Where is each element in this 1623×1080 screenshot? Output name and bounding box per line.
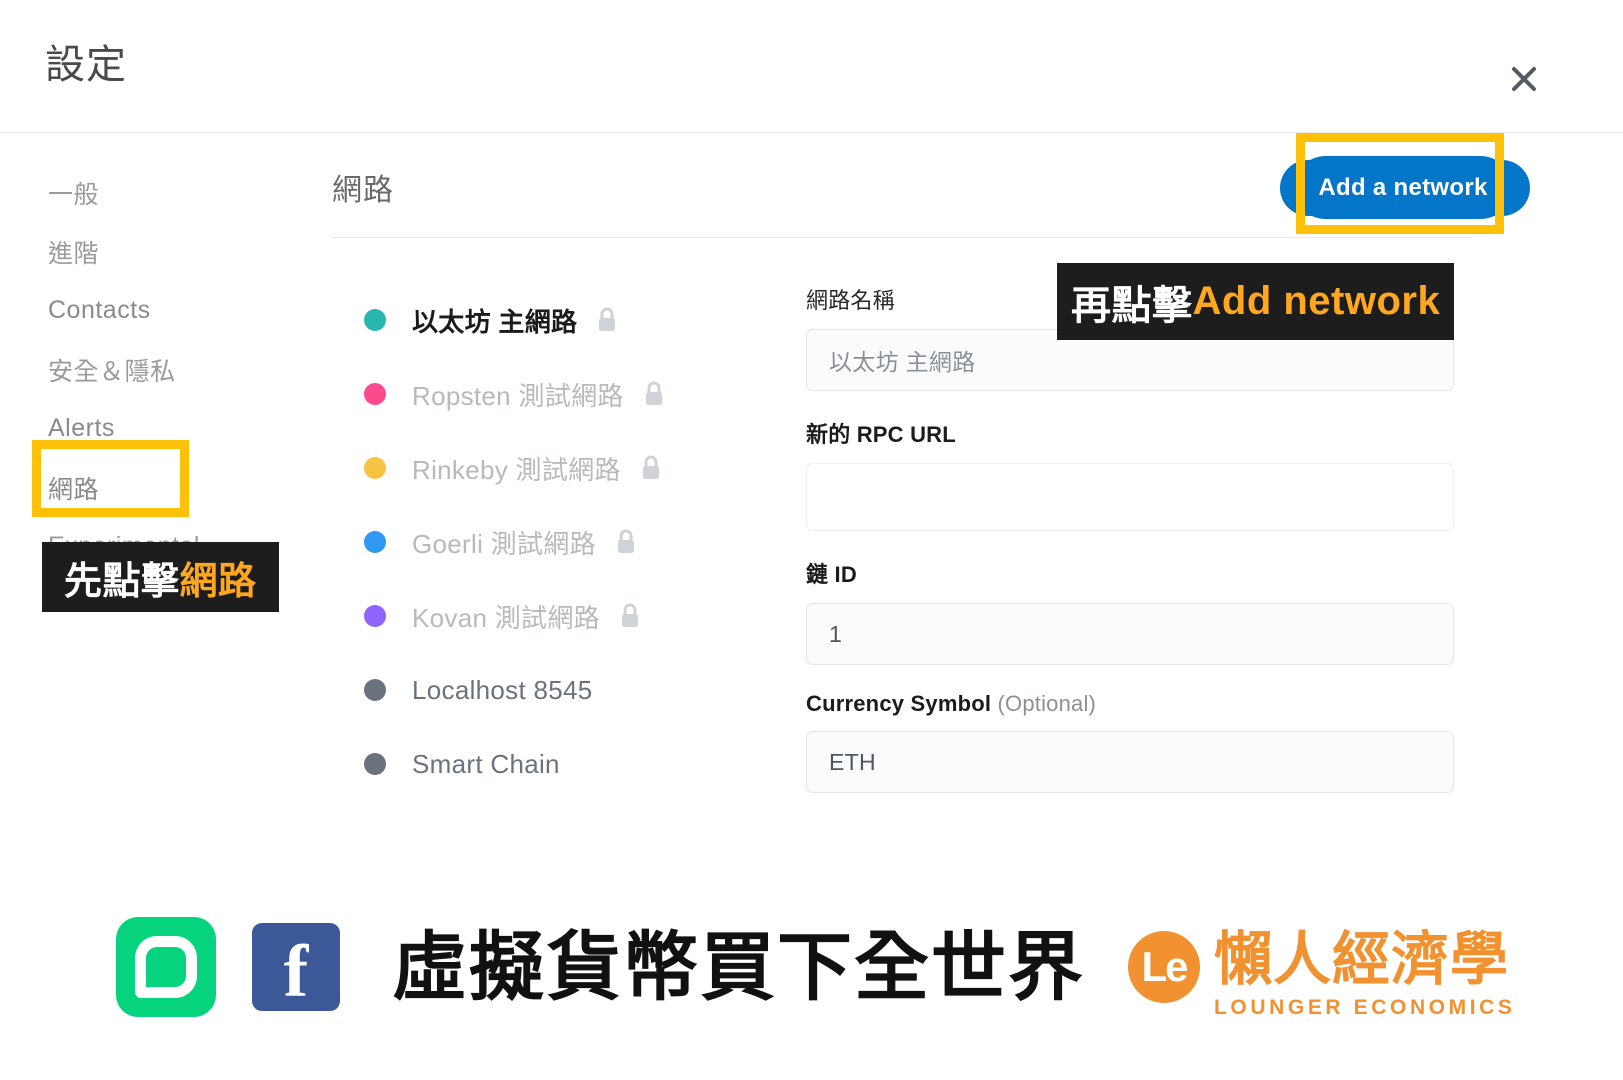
network-row-rinkeby[interactable]: Rinkeby 測試網路: [332, 431, 782, 505]
lock-icon: [618, 603, 642, 629]
network-label: Ropsten 測試網路: [412, 380, 624, 411]
network-label: Kovan 測試網路: [412, 602, 600, 633]
field-currency-symbol: Currency Symbol (Optional): [806, 691, 1466, 793]
chain-id-label: 鏈 ID: [806, 562, 857, 587]
logo-chinese-name: 懶人經濟學: [1214, 927, 1510, 992]
lock-icon: [595, 307, 619, 333]
callout-highlight: Add network: [1192, 279, 1441, 323]
network-color-dot: [364, 309, 386, 331]
sidebar-item-label: 安全＆隱私: [48, 357, 176, 386]
section-divider: [332, 237, 1472, 238]
settings-modal: 設定 一般 進階 Contacts 安全＆隱私 Alerts 網路 Experi…: [0, 0, 1623, 1080]
line-icon-glyph: [135, 936, 197, 998]
chain-id-input[interactable]: [806, 603, 1454, 665]
field-rpc-url: 新的 RPC URL: [806, 417, 1466, 531]
sidebar-item-advanced[interactable]: 進階: [0, 222, 322, 281]
logo-english-name: LOUNGER ECONOMICS: [1214, 996, 1516, 1019]
network-row-smart-chain[interactable]: Smart Chain: [332, 727, 782, 801]
line-icon[interactable]: [116, 917, 216, 1017]
sidebar-item-general[interactable]: 一般: [0, 163, 322, 222]
page-title: 設定: [45, 43, 127, 87]
modal-header: 設定: [0, 0, 1623, 133]
settings-sidebar: 一般 進階 Contacts 安全＆隱私 Alerts 網路 Experimen…: [0, 133, 322, 893]
network-label: 以太坊 主網路: [412, 306, 578, 337]
sidebar-item-label: 進階: [48, 239, 100, 268]
lounger-economics-logo: Le 懶人經濟學 LOUNGER ECONOMICS: [1128, 931, 1516, 1020]
network-color-dot: [364, 605, 386, 627]
lock-icon: [642, 381, 666, 407]
network-color-dot: [364, 531, 386, 553]
callout-click-networks: 先點擊 網路: [42, 542, 279, 612]
network-list: 以太坊 主網路 Ropsten 測試網路 Rinkeby 測試網路 Goerli…: [332, 283, 782, 801]
sidebar-item-networks[interactable]: 網路: [0, 458, 322, 517]
callout-prefix: 再點擊: [1071, 283, 1193, 328]
callout-highlight: 網路: [179, 560, 257, 603]
rpc-url-label: 新的 RPC URL: [806, 422, 956, 447]
network-label: Rinkeby 測試網路: [412, 454, 621, 485]
network-row-localhost[interactable]: Localhost 8545: [332, 653, 782, 727]
sidebar-item-label: 一般: [48, 180, 100, 209]
sidebar-item-alerts[interactable]: Alerts: [0, 399, 322, 458]
network-label: Goerli 測試網路: [412, 528, 596, 559]
rpc-url-input[interactable]: [806, 463, 1454, 531]
currency-symbol-label: Currency Symbol (Optional): [806, 691, 1466, 717]
network-label: Smart Chain: [412, 748, 560, 779]
sidebar-item-label: 網路: [48, 475, 100, 504]
sidebar-item-label: Alerts: [48, 414, 115, 442]
network-row-goerli[interactable]: Goerli 測試網路: [332, 505, 782, 579]
network-label: Localhost 8545: [412, 674, 593, 705]
networks-panel: 網路 Add a network 以太坊 主網路 Ropsten 測試網路 Ri…: [322, 133, 1623, 893]
networks-heading: 網路: [332, 174, 394, 207]
network-form: 網路名稱 新的 RPC URL 鏈 ID Currency Symbol (Op…: [806, 283, 1466, 819]
facebook-icon-glyph: f: [283, 931, 309, 1013]
sidebar-item-security-privacy[interactable]: 安全＆隱私: [0, 340, 322, 399]
currency-symbol-label-text: Currency Symbol: [806, 691, 992, 716]
bottom-banner: f 虛擬貨幣買下全世界 Le 懶人經濟學 LOUNGER ECONOMICS: [0, 893, 1623, 1080]
lock-icon: [639, 455, 663, 481]
network-color-dot: [364, 753, 386, 775]
sidebar-item-label: Contacts: [48, 296, 151, 324]
network-color-dot: [364, 383, 386, 405]
currency-symbol-optional-text: (Optional): [997, 691, 1097, 716]
network-row-ropsten[interactable]: Ropsten 測試網路: [332, 357, 782, 431]
add-network-button[interactable]: Add a network: [1294, 156, 1512, 219]
close-icon[interactable]: [1507, 62, 1541, 96]
facebook-icon[interactable]: f: [252, 923, 340, 1011]
networks-panel-header: 網路 Add a network: [322, 133, 1623, 243]
banner-slogan: 虛擬貨幣買下全世界: [392, 924, 1086, 1009]
network-color-dot: [364, 457, 386, 479]
field-chain-id: 鏈 ID: [806, 557, 1466, 665]
network-row-ethereum-mainnet[interactable]: 以太坊 主網路: [332, 283, 782, 357]
logo-text-group: 懶人經濟學 LOUNGER ECONOMICS: [1214, 931, 1516, 1020]
network-color-dot: [364, 679, 386, 701]
sidebar-item-contacts[interactable]: Contacts: [0, 281, 322, 340]
lock-icon: [614, 529, 638, 555]
network-row-kovan[interactable]: Kovan 測試網路: [332, 579, 782, 653]
callout-click-add-network: 再點擊 Add network: [1057, 263, 1455, 340]
logo-mark: Le: [1128, 931, 1200, 1003]
currency-symbol-input[interactable]: [806, 731, 1454, 793]
banner-brand-row: f 虛擬貨幣買下全世界: [116, 917, 1085, 1017]
callout-prefix: 先點擊: [64, 560, 180, 603]
